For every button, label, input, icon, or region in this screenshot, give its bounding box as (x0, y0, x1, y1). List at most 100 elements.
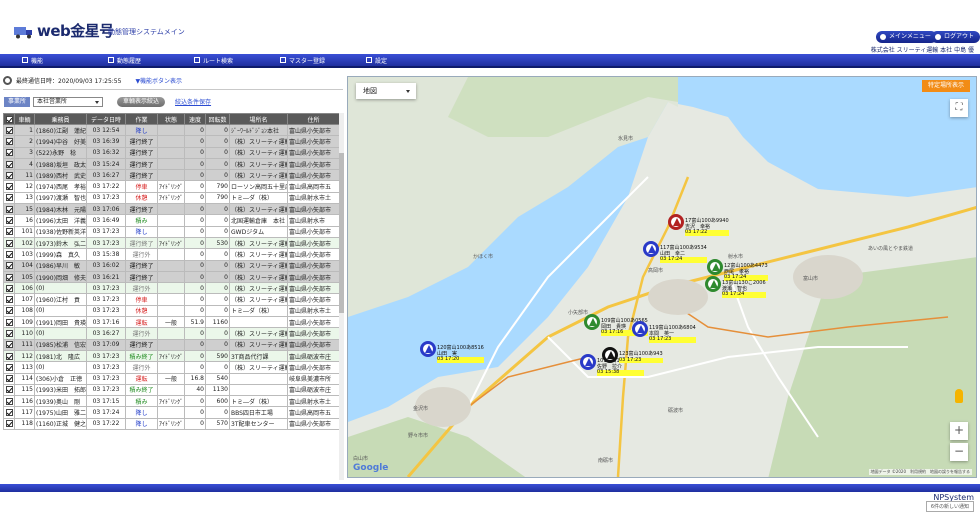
table-row[interactable]: 107 (1960)江村 貢 03 17:23 停車 0 0 （株）スリーティ運輸 富山県小矢… (3, 293, 339, 306)
row-checkbox-cell[interactable] (3, 361, 15, 374)
table-row[interactable]: 113 (0) 03 17:23 運行外 0 0 （株）スリーティ運輸 富山県小矢部市 (3, 361, 339, 374)
checkbox[interactable] (5, 273, 13, 281)
vehicle-marker[interactable] (643, 241, 659, 257)
table-row[interactable]: 116 (1939)奥山 剛 03 17:15 積み ｱｲﾄﾞﾘﾝｸﾞ 0 600 トミ―ダ（… (3, 395, 339, 408)
row-checkbox-cell[interactable] (3, 259, 15, 272)
column-header[interactable]: 乗務員 (34, 113, 87, 125)
checkbox[interactable] (5, 126, 13, 134)
nav-settings[interactable]: 設定 (366, 56, 430, 65)
column-header[interactable]: 速度 (184, 113, 206, 125)
column-header[interactable]: 作業 (125, 113, 158, 125)
checkbox[interactable] (5, 420, 13, 428)
column-header[interactable]: 車輌 (14, 113, 35, 125)
row-checkbox-cell[interactable] (3, 383, 15, 397)
map-type-select[interactable]: 地図 (356, 83, 416, 99)
vehicle-marker[interactable] (668, 214, 684, 230)
toggle-function-buttons-link[interactable]: ▼機能ボタン表示 (135, 76, 182, 85)
fullscreen-icon[interactable]: ⛶ (950, 99, 968, 117)
table-row[interactable]: 102 (1973)鈴木 弘二 03 17:23 運行終了 ｱｲﾄﾞﾘﾝｸﾞ 0 530 （株… (3, 236, 339, 250)
checkbox[interactable] (5, 341, 13, 349)
row-checkbox-cell[interactable] (3, 349, 15, 363)
nav-master[interactable]: マスター登録 (280, 56, 344, 65)
table-row[interactable]: 12 (1974)西尾 孝裕 03 17:22 停車 ｱｲﾄﾞﾘﾝｸﾞ 0 790 ローソン高… (3, 180, 339, 193)
select-all-checkbox[interactable] (3, 113, 15, 125)
table-scrollbar[interactable] (339, 113, 344, 480)
checkbox[interactable] (5, 183, 13, 191)
vehicle-marker[interactable] (707, 259, 723, 275)
row-checkbox-cell[interactable] (3, 135, 15, 148)
checkbox[interactable] (5, 386, 13, 394)
checkbox[interactable] (5, 239, 13, 247)
filter-vehicles-button[interactable]: 車輌表示絞込 (117, 96, 166, 107)
row-checkbox-cell[interactable] (3, 372, 15, 385)
table-row[interactable]: 104 (1986)早川 敏 03 16:02 運行終了 0 0 （株）スリーティ運輸 富山県… (3, 259, 339, 272)
table-row[interactable]: 15 (1984)木林 元陽 03 17:06 運行終了 0 0 （株）スリーティ運輸 富山県… (3, 203, 339, 216)
checkbox[interactable] (5, 205, 13, 213)
row-checkbox-cell[interactable] (3, 203, 15, 216)
vehicle-marker[interactable] (420, 341, 436, 357)
row-checkbox-cell[interactable] (3, 293, 15, 306)
checkbox[interactable] (5, 352, 13, 360)
table-row[interactable]: 117 (1975)山田 雅二 03 17:24 降し 0 0 BBS四日市工場 富山県高岡市… (3, 406, 339, 419)
checkbox[interactable] (5, 409, 13, 417)
checkbox[interactable] (5, 149, 13, 157)
checkbox[interactable] (5, 318, 13, 326)
row-checkbox-cell[interactable] (3, 191, 15, 205)
checkbox[interactable] (5, 194, 13, 202)
checkbox[interactable] (5, 363, 13, 371)
checkbox[interactable] (5, 171, 13, 179)
checkbox[interactable] (5, 250, 13, 258)
table-row[interactable]: 115 (1993)米田 拓郎 03 17:23 積み終了 40 1130 富山県砺波市庄 (3, 383, 339, 397)
table-row[interactable]: 112 (1981)北 隆広 03 17:23 積み終了 ｱｲﾄﾞﾘﾝｸﾞ 0 590 3T商… (3, 349, 339, 363)
column-header[interactable]: 場所名 (229, 113, 288, 125)
row-checkbox-cell[interactable] (3, 157, 15, 171)
show-specific-place-button[interactable]: 特定場所表示 (921, 80, 970, 92)
column-header[interactable]: 住所 (287, 113, 339, 125)
table-row[interactable]: 114 (306)小倉 正徳 03 17:23 運転 一般 16.8 540 岐阜県美濃市所 (3, 372, 339, 385)
row-checkbox-cell[interactable] (3, 406, 15, 419)
column-header[interactable]: データ日時 (86, 113, 126, 125)
logout-button[interactable]: ログアウト (931, 31, 980, 43)
vehicle-marker[interactable] (705, 276, 721, 292)
table-row[interactable]: 16 (1996)太田 洋義 03 16:49 積み 0 0 北国運輸倉庫 本社 富山県射水市 (3, 214, 339, 227)
table-row[interactable]: 1 (1860)江副 蓮紀 03 12:54 降し 0 0 ｼﾞｰﾜｰﾙﾄﾞｼﾞｮﾝ本社 富山… (3, 123, 339, 137)
zoom-out-button[interactable]: − (950, 443, 968, 461)
checkbox[interactable] (5, 262, 13, 270)
table-row[interactable]: 2 (1994)中谷 好美 03 16:39 運行終了 0 0 （株）スリーティ運輸 富山県小… (3, 135, 339, 148)
table-row[interactable]: 111 (1985)松浦 信宏 03 17:09 運行終了 0 0 （株）スリーティ運輸 富山… (3, 338, 339, 351)
checkbox[interactable] (5, 397, 13, 405)
checkbox[interactable] (5, 375, 13, 383)
nav-history[interactable]: 動態履歴 (108, 56, 172, 65)
save-filter-link[interactable]: 絞込条件保存 (175, 97, 211, 106)
table-row[interactable]: 103 (1999)森 真久 03 15:38 運行外 0 0 （株）スリーティ運輸 富山県小… (3, 248, 339, 261)
table-row[interactable]: 101 (1938)佐野新英洋 03 17:23 降し 0 0 GWDジタム 富山県小矢部市 (3, 225, 339, 238)
scrollbar-thumb[interactable] (339, 153, 344, 313)
office-select[interactable]: 本社営業所 (33, 96, 104, 107)
vehicle-marker[interactable] (580, 354, 596, 370)
column-header[interactable]: 状態 (157, 113, 185, 125)
checkbox[interactable] (5, 284, 13, 292)
table-row[interactable]: 108 (0) 03 17:23 休憩 0 0 トミ―ダ（株） 富山県射水市土 (3, 304, 339, 318)
checkbox[interactable] (5, 115, 13, 123)
table-row[interactable]: 13 (1997)渡瀬 智也 03 17:23 休憩 ｱｲﾄﾞﾘﾝｸﾞ 0 790 トミ―ダ（… (3, 191, 339, 205)
table-row[interactable]: 4 (1988)坂垣 政太 03 15:24 運行終了 0 0 （株）スリーティ運輸 富山県小… (3, 157, 339, 171)
main-menu-button[interactable]: メインメニュー (876, 31, 937, 43)
checkbox[interactable] (5, 329, 13, 337)
checkbox[interactable] (5, 137, 13, 145)
row-checkbox-cell[interactable] (3, 236, 15, 250)
row-checkbox-cell[interactable] (3, 282, 15, 295)
row-checkbox-cell[interactable] (3, 417, 15, 431)
row-checkbox-cell[interactable] (3, 146, 15, 159)
table-row[interactable]: 106 (0) 03 17:23 運行外 0 0 （株）スリーティ運輸 富山県小矢部市 (3, 282, 339, 295)
row-checkbox-cell[interactable] (3, 214, 15, 227)
row-checkbox-cell[interactable] (3, 169, 15, 182)
row-checkbox-cell[interactable] (3, 180, 15, 193)
row-checkbox-cell[interactable] (3, 304, 15, 318)
table-row[interactable]: 109 (1991)岡田 貴瑛 03 17:16 運転 一般 51.9 1160 富山県小矢部… (3, 316, 339, 329)
column-header[interactable]: 回転数 (205, 113, 230, 125)
checkbox[interactable] (5, 228, 13, 236)
vehicle-marker[interactable] (602, 347, 618, 363)
map-view[interactable]: 氷見市 かほく市 小矢部市 射水市 富山市 高岡市 砺波市 金沢市 野々市市 白… (347, 76, 977, 478)
map-attribution[interactable]: 地図データ ©2020 利用規約 地図の誤りを報告する (868, 469, 972, 475)
row-checkbox-cell[interactable] (3, 225, 15, 238)
